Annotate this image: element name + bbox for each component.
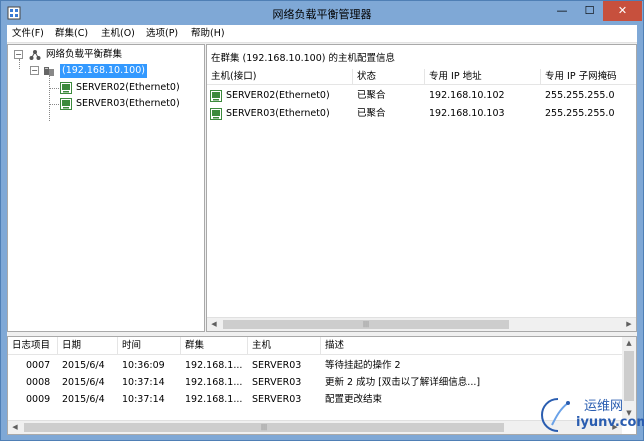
app-window: 网络负载平衡管理器 — ☐ ✕ 文件(F) 群集(C) 主机(O) 选项(P) …: [0, 0, 644, 441]
column-header-subnet[interactable]: 专用 IP 子网掩码: [541, 69, 636, 85]
column-header-ip[interactable]: 专用 IP 地址: [425, 69, 541, 85]
cell-status: 已聚合: [357, 108, 386, 119]
cell-status: 已聚合: [357, 90, 386, 101]
cell-date: 2015/6/4: [62, 394, 105, 405]
tree-host-node[interactable]: SERVER03(Ethernet0): [60, 97, 200, 111]
table-row[interactable]: SERVER02(Ethernet0) 已聚合 192.168.10.102 2…: [207, 87, 636, 105]
cell-ip: 192.168.10.103: [429, 108, 505, 119]
menu-host[interactable]: 主机(O): [101, 27, 135, 41]
host-icon: [60, 98, 72, 110]
cell-log-id: 0008: [26, 377, 51, 388]
menu-bar: 文件(F) 群集(C) 主机(O) 选项(P) 帮助(H): [7, 25, 637, 43]
tree-connector: [49, 75, 50, 121]
tree-root-node[interactable]: − 网络负载平衡群集: [13, 48, 203, 62]
title-bar[interactable]: 网络负载平衡管理器 — ☐ ✕: [1, 1, 643, 25]
host-config-header: 在群集 (192.168.10.100) 的主机配置信息: [207, 45, 636, 69]
cell-description: 更新 2 成功 [双击以了解详细信息...]: [325, 377, 481, 388]
watermark-logo-icon: [540, 398, 570, 432]
host-icon: [210, 108, 222, 120]
column-header-log-id[interactable]: 日志项目: [8, 337, 58, 355]
cell-cluster: 192.168.1...: [185, 377, 243, 388]
menu-cluster[interactable]: 群集(C): [55, 27, 88, 41]
collapse-icon[interactable]: −: [30, 66, 39, 75]
tree-connector: [49, 104, 59, 105]
column-header-host[interactable]: 主机(接口): [207, 69, 353, 85]
tree-root-label: 网络负载平衡群集: [46, 49, 123, 60]
column-header-host[interactable]: 主机: [248, 337, 321, 355]
cell-host: SERVER03: [252, 377, 302, 388]
cell-log-id: 0007: [26, 360, 51, 371]
client-area: 文件(F) 群集(C) 主机(O) 选项(P) 帮助(H) − 网络负载平衡群集…: [7, 25, 637, 435]
cell-host: SERVER03(Ethernet0): [226, 108, 330, 119]
cell-cluster: 192.168.1...: [185, 394, 243, 405]
cell-time: 10:37:14: [122, 377, 165, 388]
column-header-cluster[interactable]: 群集: [181, 337, 248, 355]
tree-connector: [49, 88, 59, 89]
scroll-thumb[interactable]: |||: [223, 320, 509, 329]
menu-help[interactable]: 帮助(H): [191, 27, 225, 41]
cell-subnet: 255.255.255.0: [545, 108, 615, 119]
cell-subnet: 255.255.255.0: [545, 90, 615, 101]
cell-cluster: 192.168.1...: [185, 360, 243, 371]
cell-date: 2015/6/4: [62, 360, 105, 371]
close-button[interactable]: ✕: [603, 1, 642, 21]
menu-file[interactable]: 文件(F): [12, 27, 44, 41]
host-icon: [210, 90, 222, 102]
scroll-left-button[interactable]: ◀: [207, 318, 221, 331]
column-header-time[interactable]: 时间: [118, 337, 181, 355]
cell-description: 等待挂起的操作 2: [325, 360, 401, 371]
column-header-status[interactable]: 状态: [353, 69, 425, 85]
tree-cluster-label: (192.168.10.100): [60, 64, 147, 78]
cell-date: 2015/6/4: [62, 377, 105, 388]
minimize-button[interactable]: —: [548, 1, 576, 21]
menu-options[interactable]: 选项(P): [146, 27, 178, 41]
maximize-button[interactable]: ☐: [576, 1, 603, 21]
scroll-thumb[interactable]: |||: [24, 423, 504, 432]
cell-time: 10:37:14: [122, 394, 165, 405]
cluster-tree-pane[interactable]: − 网络负载平衡群集 − (192.168.10.100) SERVER02(E…: [7, 44, 205, 332]
cluster-icon: [44, 67, 54, 76]
log-row[interactable]: 0007 2015/6/4 10:36:09 192.168.1... SERV…: [8, 357, 622, 375]
scroll-up-button[interactable]: ▲: [622, 337, 636, 350]
site-watermark: 运维网 iyunv.com: [536, 393, 644, 438]
tree-host-label: SERVER03(Ethernet0): [76, 98, 180, 109]
watermark-text-cn: 运维网: [584, 399, 624, 414]
scroll-left-button[interactable]: ◀: [8, 421, 22, 434]
collapse-icon[interactable]: −: [14, 50, 23, 59]
watermark-text-domain: iyunv.com: [576, 415, 644, 430]
cell-ip: 192.168.10.102: [429, 90, 505, 101]
host-icon: [60, 82, 72, 94]
host-config-pane: 在群集 (192.168.10.100) 的主机配置信息 主机(接口) 状态 专…: [206, 44, 637, 332]
cluster-network-icon: [29, 50, 41, 60]
tree-host-node[interactable]: SERVER02(Ethernet0): [60, 81, 200, 95]
column-header-date[interactable]: 日期: [58, 337, 118, 355]
log-row[interactable]: 0009 2015/6/4 10:37:14 192.168.1... SERV…: [8, 391, 622, 409]
cell-host: SERVER03: [252, 360, 302, 371]
scroll-right-button[interactable]: ▶: [622, 318, 636, 331]
cell-time: 10:36:09: [122, 360, 165, 371]
log-hscrollbar[interactable]: ◀ ||| ▶: [8, 420, 622, 434]
log-grid-header: 日志项目 日期 时间 群集 主机 描述: [8, 337, 622, 355]
host-grid-hscrollbar[interactable]: ◀ ||| ▶: [207, 317, 636, 331]
window-title: 网络负载平衡管理器: [272, 8, 372, 21]
cell-log-id: 0009: [26, 394, 51, 405]
host-grid-header: 主机(接口) 状态 专用 IP 地址 专用 IP 子网掩码: [207, 69, 636, 85]
table-row[interactable]: SERVER03(Ethernet0) 已聚合 192.168.10.103 2…: [207, 105, 636, 123]
tree-cluster-node[interactable]: − (192.168.10.100): [29, 64, 199, 78]
cell-host: SERVER03: [252, 394, 302, 405]
cell-host: SERVER02(Ethernet0): [226, 90, 330, 101]
log-row[interactable]: 0008 2015/6/4 10:37:14 192.168.1... SERV…: [8, 374, 622, 392]
tree-host-label: SERVER02(Ethernet0): [76, 82, 180, 93]
column-header-description[interactable]: 描述: [321, 337, 622, 355]
